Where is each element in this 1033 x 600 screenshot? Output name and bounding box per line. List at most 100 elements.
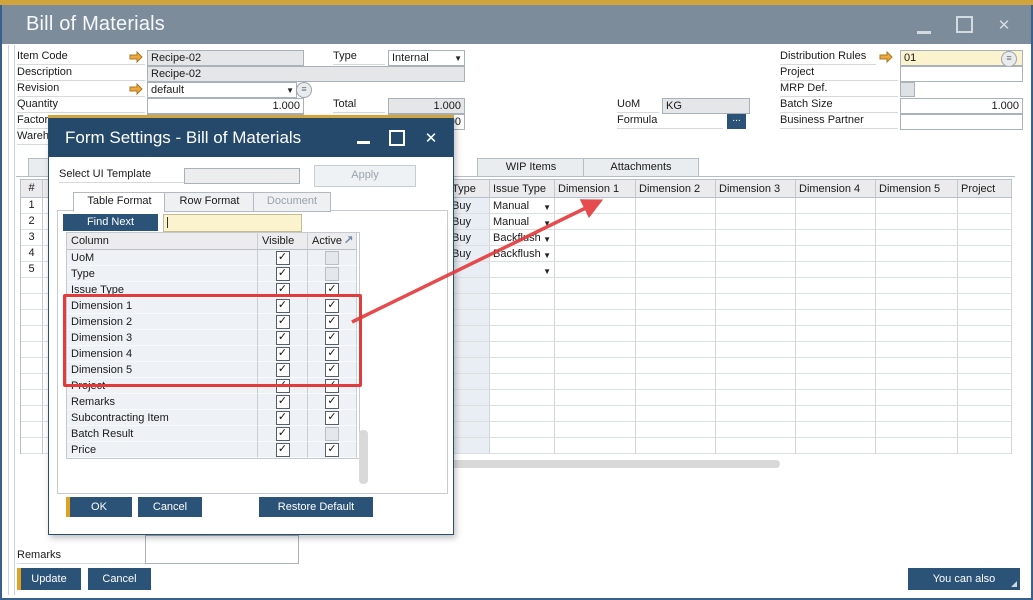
- dropdown-arrow-icon[interactable]: ▼: [543, 233, 551, 246]
- col-header-issue-type[interactable]: Issue Type: [490, 180, 555, 198]
- active-checkbox[interactable]: [308, 394, 357, 410]
- table-row[interactable]: Buy Manual▼: [449, 198, 1012, 214]
- table-row[interactable]: UoM: [67, 250, 359, 266]
- active-header: Active↗: [308, 233, 357, 250]
- empty-row[interactable]: [449, 438, 1012, 454]
- col-header-project[interactable]: Project: [958, 180, 1012, 198]
- batch-size-field[interactable]: 1.000: [900, 98, 1023, 114]
- cancel-button[interactable]: Cancel: [88, 568, 151, 590]
- item-code-field[interactable]: Recipe-02: [147, 50, 304, 66]
- minimize-icon[interactable]: [915, 16, 933, 34]
- revision-dropdown[interactable]: default ▼: [147, 82, 297, 98]
- active-checkbox[interactable]: [308, 410, 357, 426]
- description-field[interactable]: Recipe-02: [147, 66, 465, 82]
- empty-row[interactable]: [449, 374, 1012, 390]
- empty-row[interactable]: [449, 390, 1012, 406]
- col-header-dimension-5[interactable]: Dimension 5: [876, 180, 958, 198]
- type-cell[interactable]: Buy: [449, 246, 490, 262]
- tab-attachments[interactable]: Attachments: [583, 158, 699, 177]
- expand-grid-icon[interactable]: ↗: [342, 234, 355, 247]
- col-header-dimension-3[interactable]: Dimension 3: [716, 180, 796, 198]
- table-row[interactable]: Remarks: [67, 394, 359, 410]
- link-arrow-icon[interactable]: [879, 51, 893, 63]
- table-row[interactable]: Buy Manual▼: [449, 214, 1012, 230]
- empty-row[interactable]: [449, 422, 1012, 438]
- type-cell[interactable]: Buy: [449, 198, 490, 214]
- type-cell[interactable]: Buy: [449, 214, 490, 230]
- issue-type-cell[interactable]: ▼: [490, 262, 555, 278]
- remarks-textarea[interactable]: [145, 535, 299, 564]
- link-arrow-icon[interactable]: [129, 83, 143, 95]
- you-can-also-button[interactable]: You can also: [908, 568, 1020, 590]
- visible-checkbox[interactable]: [258, 442, 308, 458]
- col-header-dimension-2[interactable]: Dimension 2: [636, 180, 716, 198]
- empty-row[interactable]: [449, 342, 1012, 358]
- ok-button[interactable]: OK: [66, 497, 132, 517]
- annotation-red-box: [63, 294, 362, 387]
- empty-row[interactable]: [449, 326, 1012, 342]
- issue-type-cell[interactable]: Backflush▼: [490, 246, 555, 262]
- horizontal-scrollbar[interactable]: [452, 460, 780, 468]
- dropdown-arrow-icon[interactable]: ▼: [543, 249, 551, 262]
- ui-template-field[interactable]: [184, 168, 300, 184]
- type-dropdown[interactable]: Internal ▼: [388, 50, 465, 66]
- tab-table-format[interactable]: Table Format: [73, 192, 166, 212]
- mrp-def-checkbox[interactable]: [900, 82, 915, 97]
- empty-row[interactable]: [449, 358, 1012, 374]
- col-header-type[interactable]: Type: [449, 180, 490, 198]
- active-checkbox[interactable]: [308, 266, 357, 282]
- visible-checkbox[interactable]: [258, 250, 308, 266]
- tab-document[interactable]: Document: [253, 192, 331, 212]
- close-icon[interactable]: ✕: [995, 16, 1013, 34]
- find-next-button[interactable]: Find Next: [63, 214, 158, 231]
- tab-wip-items[interactable]: WIP Items: [477, 158, 585, 177]
- link-arrow-icon[interactable]: [129, 51, 143, 63]
- empty-row[interactable]: [449, 406, 1012, 422]
- dropdown-arrow-icon[interactable]: ▼: [543, 217, 551, 230]
- maximize-icon[interactable]: [955, 16, 973, 34]
- active-checkbox[interactable]: [308, 442, 357, 458]
- issue-type-cell[interactable]: Manual▼: [490, 198, 555, 214]
- visible-checkbox[interactable]: [258, 266, 308, 282]
- apply-button[interactable]: Apply: [314, 165, 416, 187]
- choose-from-list-icon[interactable]: ≡: [1001, 51, 1017, 67]
- table-row[interactable]: Buy Backflush▼: [449, 230, 1012, 246]
- vertical-scrollbar[interactable]: [359, 430, 368, 484]
- tab-row-format[interactable]: Row Format: [164, 192, 255, 212]
- empty-row[interactable]: [449, 278, 1012, 294]
- col-header-dimension-1[interactable]: Dimension 1: [555, 180, 636, 198]
- restore-default-button[interactable]: Restore Default: [259, 497, 373, 517]
- col-header-dimension-4[interactable]: Dimension 4: [796, 180, 876, 198]
- active-checkbox[interactable]: [308, 250, 357, 266]
- dialog-maximize-icon[interactable]: [389, 130, 405, 146]
- dropdown-arrow-icon[interactable]: ▼: [543, 201, 551, 214]
- formula-browse-button[interactable]: ...: [727, 114, 746, 129]
- update-button[interactable]: Update: [17, 568, 81, 590]
- table-row[interactable]: Buy Backflush▼: [449, 246, 1012, 262]
- visible-checkbox[interactable]: [258, 410, 308, 426]
- type-cell[interactable]: Buy: [449, 230, 490, 246]
- table-row[interactable]: Batch Result: [67, 426, 359, 442]
- issue-type-cell[interactable]: Manual▼: [490, 214, 555, 230]
- dialog-cancel-button[interactable]: Cancel: [138, 497, 202, 517]
- issue-type-cell[interactable]: Backflush▼: [490, 230, 555, 246]
- choose-from-list-icon[interactable]: ≡: [296, 82, 312, 98]
- project-field[interactable]: [900, 66, 1023, 82]
- empty-row[interactable]: [449, 294, 1012, 310]
- visible-checkbox[interactable]: [258, 426, 308, 442]
- active-checkbox[interactable]: [308, 426, 357, 442]
- quantity-field[interactable]: 1.000: [147, 98, 304, 114]
- dropdown-arrow-icon[interactable]: ▼: [543, 265, 551, 278]
- dialog-minimize-icon[interactable]: [355, 130, 371, 146]
- table-row[interactable]: Price: [67, 442, 359, 458]
- type-cell[interactable]: [449, 262, 490, 278]
- find-input[interactable]: [163, 214, 302, 232]
- dialog-titlebar[interactable]: Form Settings - Bill of Materials ✕: [49, 118, 453, 157]
- visible-checkbox[interactable]: [258, 394, 308, 410]
- empty-row[interactable]: [449, 310, 1012, 326]
- dialog-close-icon[interactable]: ✕: [423, 130, 439, 146]
- table-row[interactable]: Type: [67, 266, 359, 282]
- business-partner-field[interactable]: [900, 114, 1023, 130]
- table-row[interactable]: Subcontracting Item: [67, 410, 359, 426]
- table-row[interactable]: ▼: [449, 262, 1012, 278]
